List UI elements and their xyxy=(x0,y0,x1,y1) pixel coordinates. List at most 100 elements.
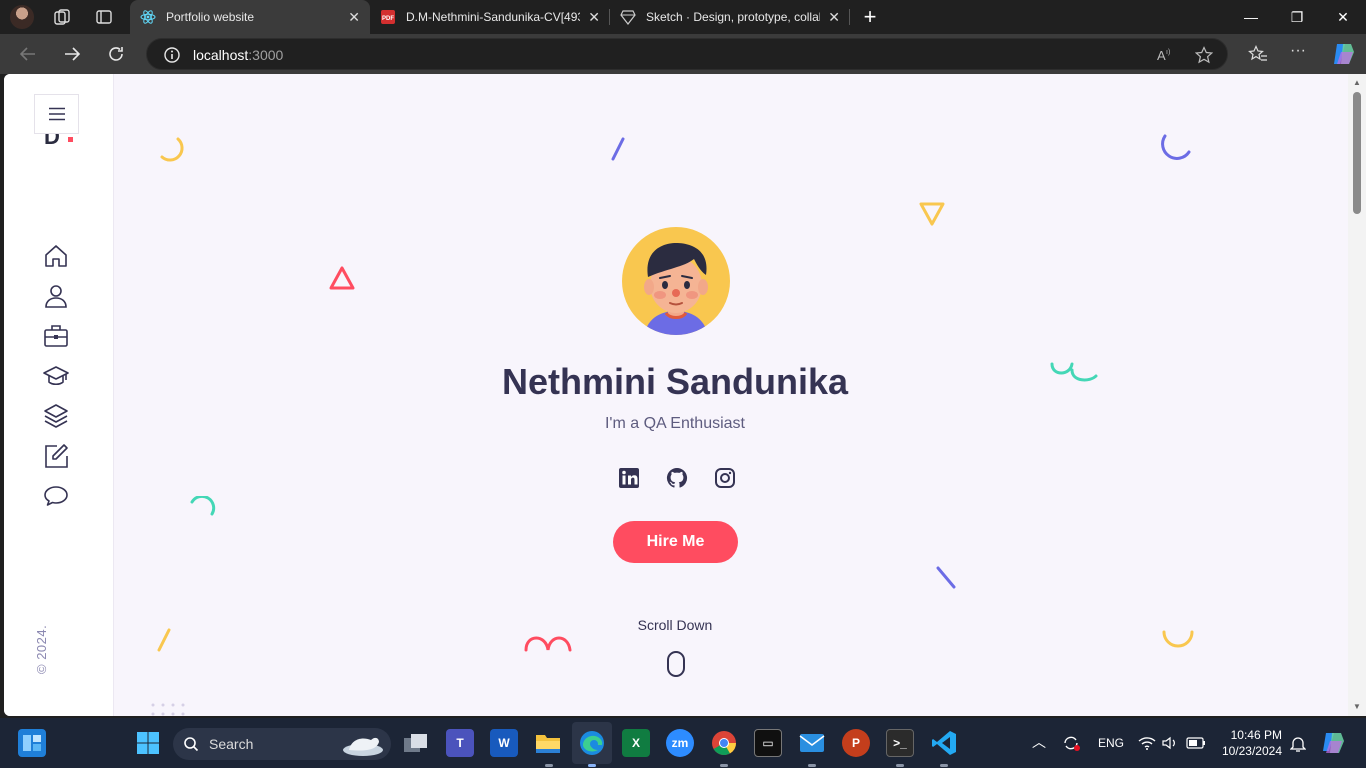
close-tab-icon[interactable]: ✕ xyxy=(348,9,360,26)
command-prompt-icon[interactable]: >_ xyxy=(886,729,914,757)
hero-section: Nethmini Sandunika I'm a QA Enthusiast H… xyxy=(114,74,1348,716)
tab-title: D.M-Nethmini-Sandunika-CV[493 xyxy=(406,10,581,24)
profile-avatar[interactable] xyxy=(10,5,34,29)
star-icon[interactable] xyxy=(1195,46,1213,64)
clock-date[interactable]: 10/23/2024 xyxy=(1220,744,1282,758)
social-links xyxy=(618,467,736,491)
github-icon[interactable] xyxy=(666,467,688,489)
chevron-up-icon[interactable]: ︿ xyxy=(1032,732,1046,752)
user-icon[interactable] xyxy=(43,283,69,309)
refresh-icon xyxy=(109,47,123,61)
edit-icon[interactable] xyxy=(43,443,69,469)
url-host: localhost xyxy=(193,47,249,63)
decorative-line-shape xyxy=(611,137,625,161)
close-window-button[interactable]: ✕ xyxy=(1320,0,1366,34)
restore-button[interactable]: ❐ xyxy=(1274,0,1320,34)
clock-time[interactable]: 10:46 PM xyxy=(1222,728,1282,742)
svg-text:ı): ı) xyxy=(1166,49,1170,56)
running-indicator xyxy=(545,764,553,767)
profile-avatar-illustration xyxy=(622,227,730,335)
scrollbar-thumb[interactable] xyxy=(1353,92,1361,214)
hamburger-icon xyxy=(48,107,65,121)
workspaces-icon[interactable] xyxy=(52,7,72,27)
info-icon[interactable] xyxy=(163,46,181,64)
scroll-down-link[interactable]: Scroll Down xyxy=(114,617,1236,633)
minimize-button[interactable]: — xyxy=(1228,0,1274,34)
close-tab-icon[interactable]: ✕ xyxy=(588,9,600,26)
svg-text:PDF: PDF xyxy=(382,16,394,22)
active-indicator xyxy=(588,764,596,767)
excel-icon[interactable]: X xyxy=(622,729,650,757)
page-viewport: D © 2024. Nethmini Sandunika I'm a QA En… xyxy=(4,74,1348,716)
search-highlight-image xyxy=(343,737,383,756)
running-indicator xyxy=(940,764,948,767)
language-indicator[interactable]: ENG xyxy=(1098,736,1124,750)
instagram-icon[interactable] xyxy=(714,467,736,489)
tab-title: Sketch · Design, prototype, collab xyxy=(646,10,821,24)
copyright-text: © 2024. xyxy=(34,624,49,674)
taskbar-search[interactable]: Search xyxy=(173,728,391,760)
mouse-scroll-icon[interactable] xyxy=(667,651,685,677)
scroll-down-icon[interactable]: ▼ xyxy=(1353,702,1361,711)
briefcase-icon[interactable] xyxy=(43,323,69,349)
teams-icon[interactable]: T xyxy=(446,729,474,757)
menu-toggle-button[interactable] xyxy=(34,94,79,134)
hire-me-button[interactable]: Hire Me xyxy=(613,521,738,563)
decorative-arc-shape xyxy=(1161,134,1191,160)
browser-toolbar: localhost:3000 Aı) ··· xyxy=(0,34,1366,74)
running-indicator xyxy=(896,764,904,767)
running-indicator xyxy=(808,764,816,767)
logo-dot xyxy=(68,137,73,142)
url-text: localhost:3000 xyxy=(193,47,283,63)
volume-icon[interactable] xyxy=(1162,735,1178,751)
file-explorer-icon[interactable] xyxy=(534,729,562,757)
linkedin-icon[interactable] xyxy=(618,467,640,489)
edge-icon[interactable] xyxy=(578,729,606,757)
sidebar: D © 2024. xyxy=(4,74,114,716)
sketch-icon xyxy=(620,10,636,25)
battery-icon[interactable] xyxy=(1186,736,1206,750)
chrome-icon[interactable] xyxy=(710,729,738,757)
vscode-icon[interactable] xyxy=(930,729,958,757)
graduation-cap-icon[interactable] xyxy=(43,363,69,389)
read-aloud-icon[interactable]: Aı) xyxy=(1155,46,1173,64)
copilot-icon[interactable] xyxy=(1331,42,1357,66)
tab-cv-pdf[interactable]: PDF D.M-Nethmini-Sandunika-CV[493 ✕ xyxy=(370,0,610,34)
tab-sketch[interactable]: Sketch · Design, prototype, collab ✕ xyxy=(610,0,850,34)
more-options-icon[interactable]: ··· xyxy=(1290,42,1306,60)
new-tab-button[interactable]: + xyxy=(848,0,892,34)
zoom-icon[interactable]: zm xyxy=(666,729,694,757)
windows-start-icon[interactable] xyxy=(134,729,162,757)
svg-text:A: A xyxy=(1157,48,1166,63)
arrow-left-icon xyxy=(19,47,35,61)
back-button[interactable] xyxy=(16,42,40,66)
wifi-icon[interactable] xyxy=(1138,735,1156,751)
home-icon[interactable] xyxy=(43,243,69,269)
page-scrollbar[interactable]: ▲ ▼ xyxy=(1348,74,1366,716)
decorative-line-shape xyxy=(936,566,956,589)
decorative-squiggle-shape xyxy=(524,636,572,652)
tab-portfolio[interactable]: Portfolio website ✕ xyxy=(130,0,370,34)
scroll-up-icon[interactable]: ▲ xyxy=(1353,78,1361,87)
widgets-icon[interactable] xyxy=(18,729,46,757)
address-bar[interactable]: localhost:3000 Aı) xyxy=(146,38,1228,70)
powerpoint-icon[interactable]: P xyxy=(842,729,870,757)
search-placeholder: Search xyxy=(209,736,254,752)
close-tab-icon[interactable]: ✕ xyxy=(828,9,840,26)
tab-actions-icon[interactable] xyxy=(94,7,114,27)
mail-icon[interactable] xyxy=(798,729,826,757)
sync-icon[interactable] xyxy=(1062,734,1082,752)
refresh-button[interactable] xyxy=(104,42,128,66)
decorative-arc-shape xyxy=(160,137,184,162)
windows-taskbar: Search T W X zm ▭ P >_ ︿ ENG 10:46 PM 10… xyxy=(0,718,1366,768)
word-icon[interactable]: W xyxy=(490,729,518,757)
terminal-window-icon[interactable]: ▭ xyxy=(754,729,782,757)
task-view-icon[interactable] xyxy=(402,729,430,757)
favorites-icon[interactable] xyxy=(1248,45,1268,63)
chat-icon[interactable] xyxy=(43,483,69,509)
forward-button[interactable] xyxy=(60,42,84,66)
copilot-pre-icon[interactable] xyxy=(1320,729,1348,757)
notification-bell-icon[interactable] xyxy=(1290,735,1306,753)
tab-title: Portfolio website xyxy=(166,10,255,24)
layers-icon[interactable] xyxy=(43,403,69,429)
